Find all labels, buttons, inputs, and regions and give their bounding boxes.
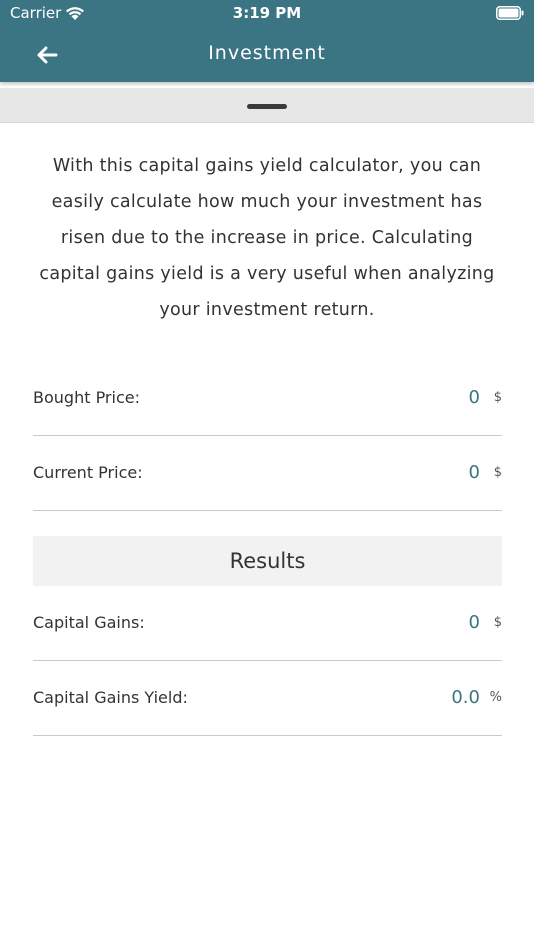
bought-price-label: Bought Price: (33, 388, 140, 407)
capital-gains-yield-label: Capital Gains Yield: (33, 688, 188, 707)
capital-gains-yield-unit: % (489, 690, 502, 705)
battery-icon (496, 6, 524, 20)
app-header: Carrier 3:19 PM Investment (0, 0, 534, 82)
capital-gains-yield-row: Capital Gains Yield: 0.0 % (33, 660, 502, 736)
arrow-left-icon (37, 46, 58, 64)
drag-handle[interactable] (247, 104, 287, 109)
status-bar: Carrier 3:19 PM (0, 0, 534, 28)
capital-gains-yield-value: 0.0 (451, 687, 480, 708)
current-price-input[interactable] (360, 435, 480, 510)
capital-gains-unit: $ (493, 615, 502, 630)
sheet-handle-bar[interactable] (0, 88, 534, 123)
capital-gains-value: 0 (468, 612, 480, 633)
page-title: Investment (208, 42, 326, 64)
intro-description: With this capital gains yield calculator… (39, 156, 495, 320)
capital-gains-label: Capital Gains: (33, 613, 145, 632)
capital-gains-row: Capital Gains: 0 $ (33, 585, 502, 661)
status-time: 3:19 PM (232, 4, 302, 22)
current-price-row: Current Price: $ (33, 435, 502, 511)
bought-price-input[interactable] (360, 360, 480, 435)
results-header: Results (33, 536, 502, 586)
bought-price-unit: $ (493, 390, 502, 405)
back-button[interactable] (30, 38, 64, 72)
navigation-bar: Investment (0, 28, 534, 82)
bought-price-row: Bought Price: $ (33, 360, 502, 436)
current-price-label: Current Price: (33, 463, 143, 482)
current-price-unit: $ (493, 465, 502, 480)
